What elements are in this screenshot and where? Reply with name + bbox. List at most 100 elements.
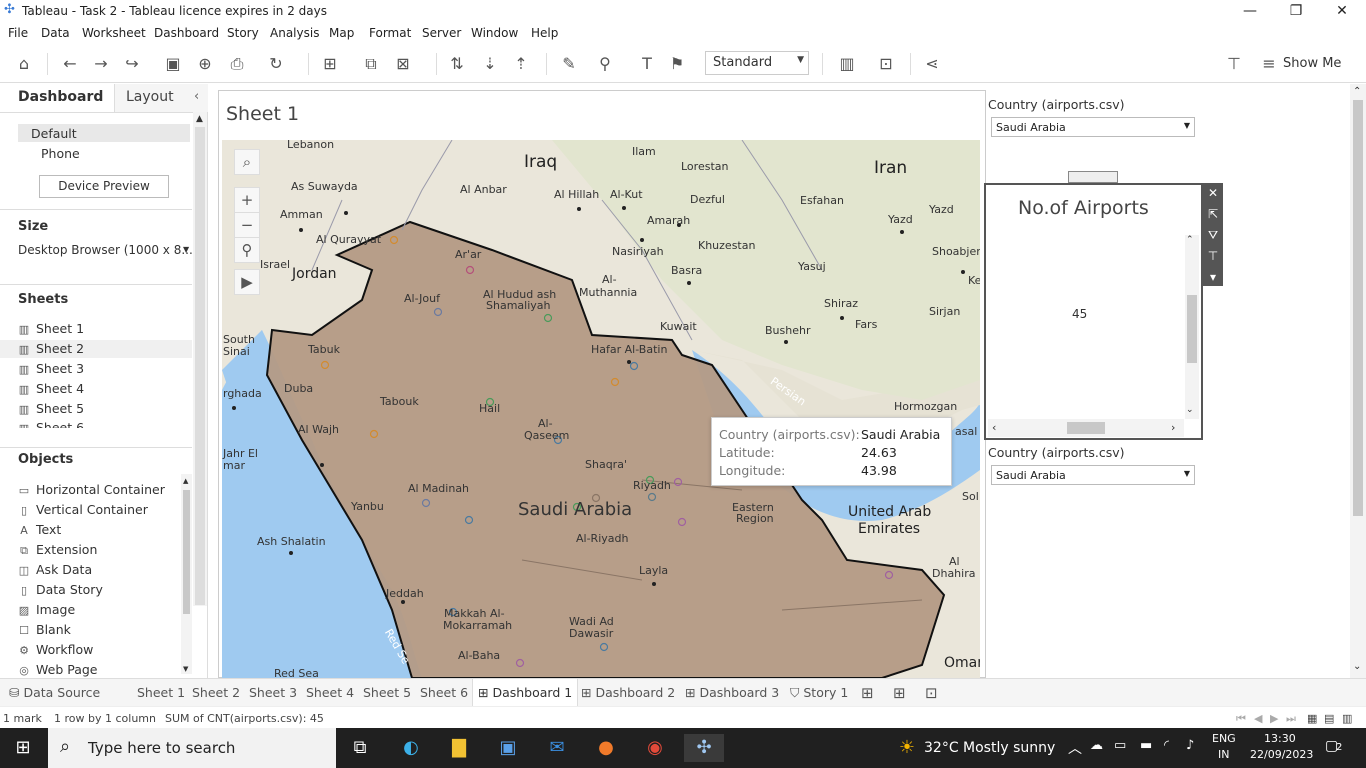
- menu-map[interactable]: Map: [329, 26, 354, 40]
- sheet-item[interactable]: ▥ Sheet 3: [18, 361, 84, 376]
- zoom-out-button[interactable]: −: [234, 212, 260, 238]
- refresh-icon[interactable]: ↻: [265, 53, 287, 75]
- language-region[interactable]: IN: [1218, 748, 1229, 761]
- pause-updates-icon[interactable]: ⎙: [226, 53, 248, 75]
- object-data-story[interactable]: ▯ Data Story: [18, 582, 103, 597]
- close-button[interactable]: ✕: [1319, 0, 1365, 22]
- nav-prev-icon[interactable]: ◀: [1254, 712, 1262, 725]
- tab-dashboard-1[interactable]: ⊞ Dashboard 1: [472, 679, 579, 707]
- pin-icon[interactable]: ⊤: [1203, 246, 1223, 267]
- new-datasource-icon[interactable]: ⊕: [194, 53, 216, 75]
- map-view[interactable]: Lebanon As Suwayda Amman Al Qurayyat Jor…: [222, 140, 980, 678]
- restore-button[interactable]: ❐: [1273, 0, 1319, 22]
- menu-window[interactable]: Window: [471, 26, 518, 40]
- clear-sheet-icon[interactable]: ⊠: [392, 53, 414, 75]
- object-vertical-container[interactable]: ▯ Vertical Container: [18, 502, 148, 517]
- tableau-taskbar-icon[interactable]: ✣: [684, 734, 724, 762]
- menu-help[interactable]: Help: [531, 26, 558, 40]
- sheet-item[interactable]: ▥ Sheet 4: [18, 381, 84, 396]
- firefox-icon[interactable]: ●: [591, 734, 621, 762]
- map-search-button[interactable]: ⌕: [234, 149, 260, 175]
- fit-dropdown[interactable]: Standard ▼: [705, 51, 809, 75]
- tab-story-1[interactable]: ⛉ Story 1: [785, 679, 853, 707]
- swap-icon[interactable]: ⇅: [446, 53, 468, 75]
- redo-icon[interactable]: →: [90, 53, 112, 75]
- sheet-item[interactable]: ▥ Sheet 5: [18, 401, 84, 416]
- menu-analysis[interactable]: Analysis: [270, 26, 319, 40]
- country-filter-dropdown[interactable]: Saudi Arabia ▼: [991, 117, 1195, 137]
- language-code[interactable]: ENG: [1212, 732, 1236, 745]
- sheet-item[interactable]: ▥ Sheet 2: [18, 341, 84, 356]
- device-default[interactable]: Default: [31, 126, 77, 141]
- nav-first-icon[interactable]: ⏮: [1236, 712, 1246, 726]
- home-icon[interactable]: ⌂: [13, 53, 35, 75]
- share-icon[interactable]: ⋖: [921, 53, 943, 75]
- country-filter-dropdown[interactable]: Saudi Arabia ▼: [991, 465, 1195, 485]
- undo-icon[interactable]: ←: [59, 53, 81, 75]
- tab-sheet-6[interactable]: Sheet 6: [415, 679, 473, 707]
- object-text[interactable]: A Text: [18, 522, 61, 537]
- scroll-up-icon[interactable]: ⌃: [1353, 86, 1361, 97]
- scroll-down-icon[interactable]: ⌄: [1186, 405, 1194, 415]
- more-options-icon[interactable]: ▾: [1203, 267, 1223, 288]
- horizontal-scrollbar-thumb[interactable]: [1067, 422, 1105, 434]
- tab-data-source[interactable]: ⛁ Data Source: [4, 679, 105, 707]
- mail-icon[interactable]: ✉: [542, 734, 572, 762]
- object-web-page[interactable]: ◎ Web Page: [18, 662, 97, 677]
- nav-next-icon[interactable]: ▶: [1270, 712, 1278, 725]
- object-horizontal-container[interactable]: ▭ Horizontal Container: [18, 482, 165, 497]
- weather-text[interactable]: 32°C Mostly sunny: [924, 740, 1055, 756]
- format-painter-icon[interactable]: ⊤: [1223, 53, 1245, 75]
- save-icon[interactable]: ▣: [162, 53, 184, 75]
- pin-icon[interactable]: ⚑: [666, 53, 688, 75]
- object-blank[interactable]: ☐ Blank: [18, 622, 71, 637]
- tab-sheet-1[interactable]: Sheet 1: [132, 679, 190, 707]
- nav-last-icon[interactable]: ⏭: [1286, 712, 1296, 726]
- weather-icon[interactable]: ☀: [892, 734, 922, 762]
- tab-sheet-3[interactable]: Sheet 3: [244, 679, 302, 707]
- device-preview-button[interactable]: Device Preview: [39, 175, 169, 198]
- duplicate-sheet-icon[interactable]: ⧉: [360, 53, 382, 75]
- cloud-icon[interactable]: ☁: [1090, 738, 1103, 753]
- objects-scrollbar-thumb[interactable]: [183, 490, 190, 614]
- menu-server[interactable]: Server: [422, 26, 461, 40]
- drag-handle[interactable]: [1068, 171, 1118, 183]
- grid-view-icon[interactable]: ▦: [1307, 712, 1317, 725]
- scroll-right-icon[interactable]: ›: [1171, 421, 1175, 434]
- menu-dashboard[interactable]: Dashboard: [154, 26, 219, 40]
- new-dashboard-tab-icon[interactable]: ⊞: [888, 679, 911, 707]
- object-extension[interactable]: ⧉ Extension: [18, 542, 97, 558]
- edge-icon[interactable]: ◐: [396, 734, 426, 762]
- presentation-icon[interactable]: ⊡: [875, 53, 897, 75]
- show-me-icon[interactable]: ≡: [1258, 53, 1280, 75]
- group-icon[interactable]: ⚲: [594, 53, 616, 75]
- replay-icon[interactable]: ↪: [121, 53, 143, 75]
- clock-date[interactable]: 22/09/2023: [1250, 748, 1313, 761]
- tab-dashboard-2[interactable]: ⊞ Dashboard 2: [576, 679, 680, 707]
- airports-count-sheet[interactable]: No.of Airports 45 ⌃ ⌄ ‹ ›: [984, 183, 1203, 440]
- battery-icon[interactable]: ▬: [1140, 738, 1152, 753]
- new-sheet-tab-icon[interactable]: ⊞: [856, 679, 879, 707]
- device-phone[interactable]: Phone: [41, 146, 80, 161]
- vertical-scrollbar-thumb[interactable]: [1187, 295, 1197, 363]
- highlight-icon[interactable]: ✎: [558, 53, 580, 75]
- tab-sheet-5[interactable]: Sheet 5: [358, 679, 416, 707]
- close-icon[interactable]: ✕: [1203, 183, 1223, 204]
- menu-file[interactable]: File: [8, 26, 28, 40]
- clock-time[interactable]: 13:30: [1264, 732, 1296, 745]
- scroll-up-icon[interactable]: ▲: [183, 477, 188, 485]
- sort-asc-icon[interactable]: ⇣: [479, 53, 501, 75]
- menu-data[interactable]: Data: [41, 26, 70, 40]
- new-sheet-icon[interactable]: ⊞: [319, 53, 341, 75]
- tab-sheet-4[interactable]: Sheet 4: [301, 679, 359, 707]
- labels-icon[interactable]: T: [636, 53, 658, 75]
- object-image[interactable]: ▨ Image: [18, 602, 75, 617]
- minimize-button[interactable]: —: [1227, 0, 1273, 22]
- zoom-in-button[interactable]: +: [234, 187, 260, 213]
- object-workflow[interactable]: ⚙ Workflow: [18, 642, 93, 657]
- file-explorer-icon[interactable]: ▇: [444, 734, 474, 762]
- network-icon[interactable]: ▭: [1114, 738, 1126, 753]
- tab-dashboard[interactable]: Dashboard: [18, 89, 103, 105]
- show-cards-icon[interactable]: ▥: [836, 53, 858, 75]
- volume-icon[interactable]: ♪: [1186, 738, 1194, 753]
